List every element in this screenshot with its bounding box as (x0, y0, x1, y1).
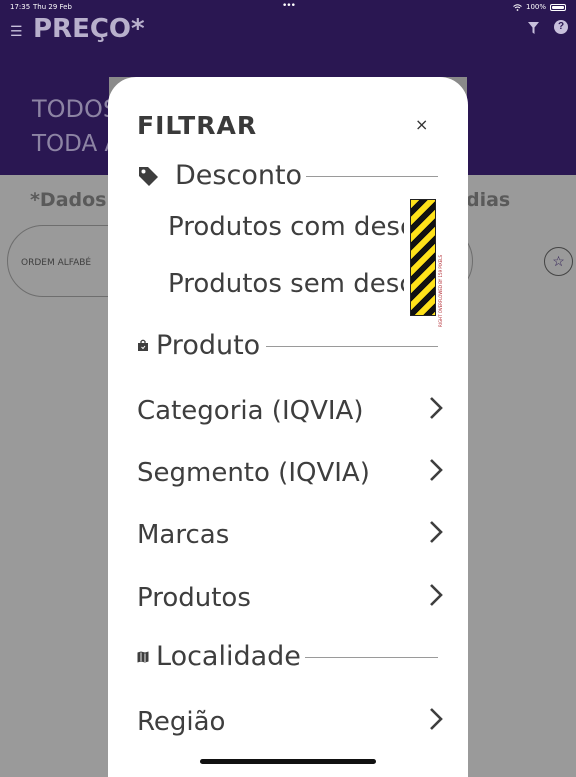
banner-line-2: TODA A (32, 131, 121, 157)
divider (266, 346, 438, 347)
section-produto: Produto (108, 329, 468, 365)
multitask-dots[interactable]: ••• (282, 1, 296, 11)
chevron-right-icon (430, 521, 443, 543)
option-com-desconto[interactable]: Produtos com desconto (168, 212, 404, 242)
close-icon[interactable]: × (415, 115, 428, 134)
chevron-right-icon (430, 459, 443, 481)
battery-icon (550, 3, 566, 11)
battery-percent: 100% (525, 3, 546, 11)
section-localidade-label: Localidade (156, 641, 301, 672)
section-produto-label: Produto (156, 330, 261, 361)
filter-row-regiao[interactable]: Região (137, 701, 447, 745)
data-note-days: dias (466, 189, 511, 211)
overflow-warning-stripes (410, 199, 436, 316)
page-title: PREÇO* (33, 14, 145, 44)
chevron-right-icon (430, 708, 443, 730)
filter-row-segmento[interactable]: Segmento (IQVIA) (137, 452, 447, 496)
filter-row-label: Marcas (137, 520, 230, 550)
status-date: Thu 29 Feb (33, 3, 72, 11)
divider (305, 657, 438, 658)
option-sem-desconto[interactable]: Produtos sem desconto (168, 269, 404, 299)
overflow-warning-text: RIGHT OVERFLOWED BY 159 PIXELS (438, 254, 443, 327)
map-icon (137, 651, 149, 663)
filter-row-label: Segmento (IQVIA) (137, 458, 370, 488)
help-icon[interactable]: ? (554, 20, 568, 34)
home-indicator[interactable] (200, 759, 376, 764)
filter-row-label: Região (137, 707, 226, 737)
data-note: *Dados (30, 189, 107, 211)
status-right: 100% (513, 3, 566, 11)
wifi-icon (513, 3, 522, 11)
status-bar: 17:35 Thu 29 Feb ••• 100% (0, 0, 576, 14)
chevron-right-icon (430, 584, 443, 606)
status-time: 17:35 (10, 3, 31, 11)
filter-icon[interactable] (528, 21, 539, 39)
filter-row-label: Produtos (137, 583, 251, 613)
star-icon[interactable]: ☆ (544, 247, 573, 276)
filter-row-label: Categoria (IQVIA) (137, 396, 364, 426)
sort-chip-label: ORDEM ALFABÉ (21, 258, 92, 268)
filter-row-produtos[interactable]: Produtos (137, 577, 447, 621)
chevron-right-icon (430, 397, 443, 419)
filter-row-marcas[interactable]: Marcas (137, 514, 447, 558)
menu-icon[interactable]: ☰ (10, 23, 23, 40)
banner-line-1: TODOS (32, 95, 119, 123)
bag-icon (138, 339, 148, 351)
filter-sheet: FILTRAR × Desconto Produtos com desconto… (108, 77, 468, 777)
filter-row-categoria[interactable]: Categoria (IQVIA) (137, 390, 447, 434)
section-localidade: Localidade (108, 640, 468, 676)
